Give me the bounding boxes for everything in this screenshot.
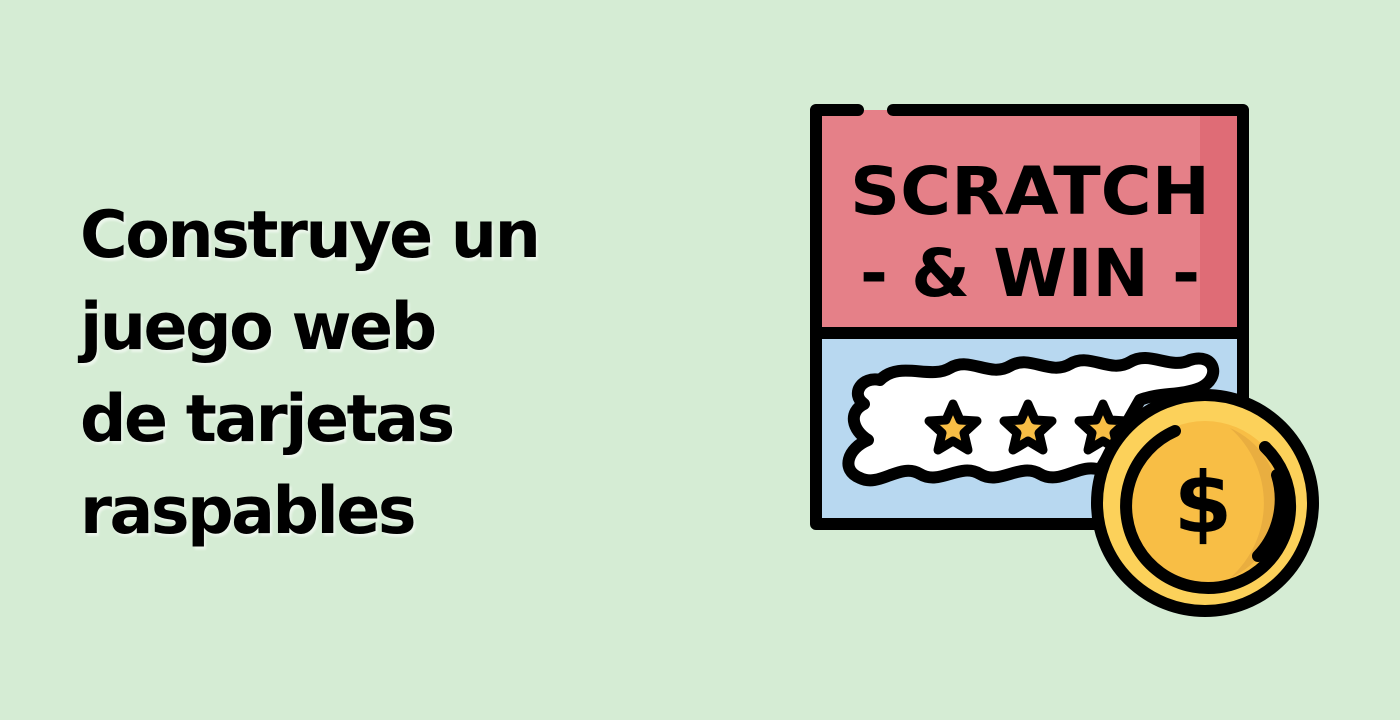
scratch-card-icon: SCRATCH - & WIN - $: [810, 104, 1319, 617]
headline-line-1: Construye un: [80, 198, 541, 273]
headline-line-3: de tarjetas: [80, 382, 455, 457]
page-headline: Construye un juego web de tarjetas raspa…: [80, 190, 680, 558]
dollar-icon: $: [1174, 454, 1232, 552]
card-title-line-2: - & WIN -: [860, 235, 1200, 312]
headline-line-4: raspables: [80, 474, 417, 549]
headline-line-2: juego web: [80, 290, 437, 365]
card-title-line-1: SCRATCH: [850, 153, 1210, 230]
